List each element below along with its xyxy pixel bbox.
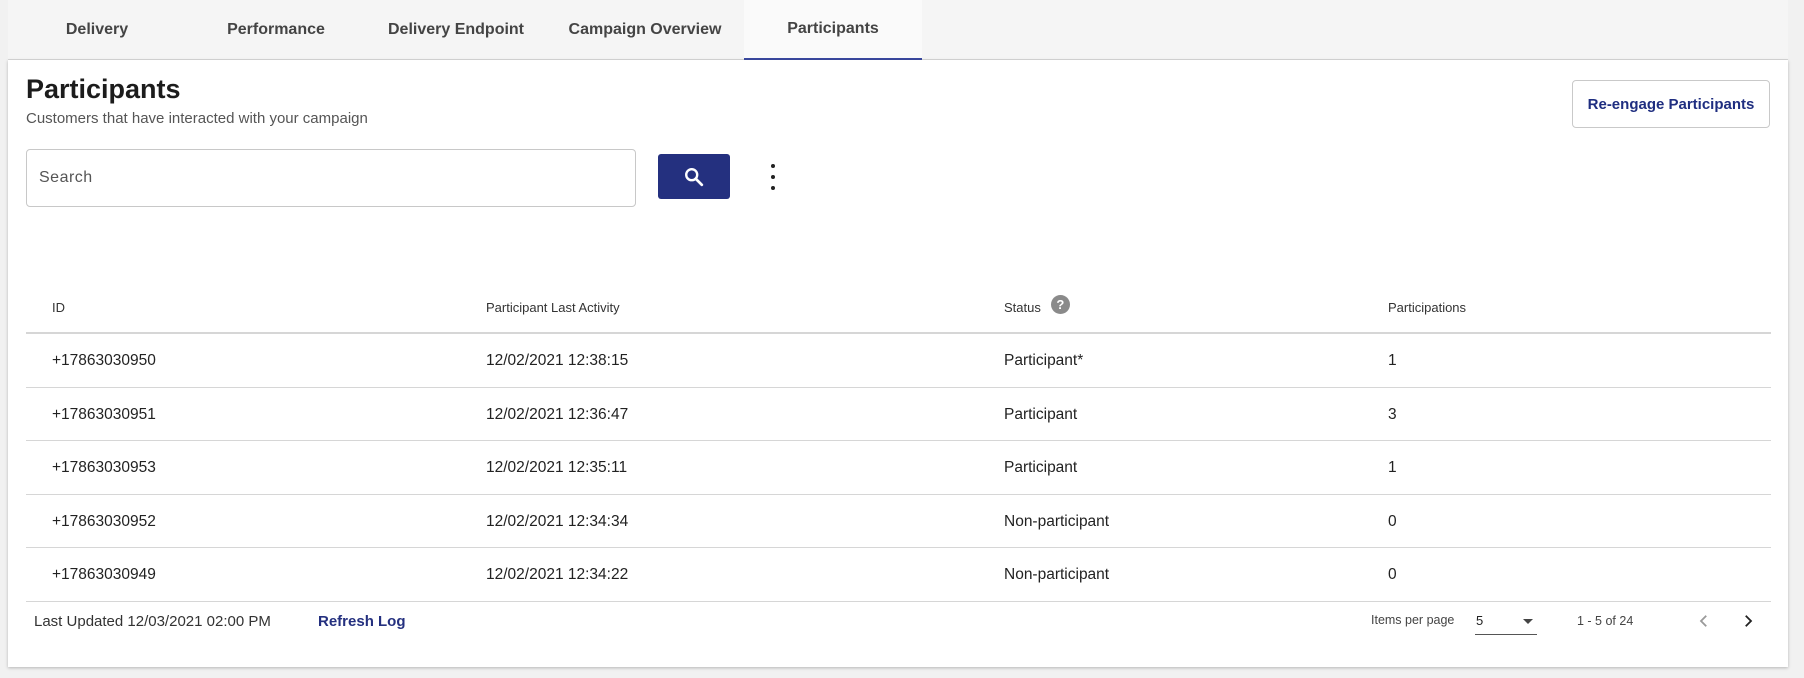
search-button[interactable] [658,154,730,199]
cell-last-activity: 12/02/2021 12:36:47 [486,405,629,423]
cell-id: +17863030951 [52,405,156,423]
participants-table: ID Participant Last Activity Status ? Pa… [26,282,1771,602]
reengage-participants-button[interactable]: Re-engage Participants [1572,80,1770,128]
column-header-status-label: Status [1004,300,1041,315]
refresh-log-link[interactable]: Refresh Log [318,613,406,630]
participants-card: Participants Customers that have interac… [8,60,1788,667]
tab-performance[interactable]: Performance [186,0,366,60]
search-icon [685,167,704,186]
cell-last-activity: 12/02/2021 12:34:22 [486,566,629,583]
cell-id: +17863030952 [52,512,156,530]
page-subtitle: Customers that have interacted with your… [26,110,368,127]
previous-page-button[interactable] [1688,605,1720,637]
tab-delivery-endpoint[interactable]: Delivery Endpoint [366,0,546,60]
cell-participations: 0 [1388,512,1397,530]
cell-status: Non-participant [1004,566,1110,583]
cell-id: +17863030953 [52,459,156,476]
next-page-button[interactable] [1732,605,1764,637]
caret-down-icon [1523,619,1533,624]
cell-participations: 1 [1388,352,1397,369]
search-input[interactable] [26,149,636,207]
cell-id: +17863030950 [52,352,156,369]
cell-id: +17863030949 [52,566,156,583]
items-per-page-select[interactable]: 5 [1475,609,1537,635]
cell-participations: 1 [1388,459,1397,476]
cell-status: Participant [1004,405,1078,423]
cell-status: Participant* [1004,352,1084,369]
table-row[interactable]: +17863030953 12/02/2021 12:35:11 Partici… [26,441,1771,495]
table-header: ID Participant Last Activity Status ? Pa… [26,282,1771,334]
table-row[interactable]: +17863030950 12/02/2021 12:38:15 Partici… [26,334,1771,388]
column-header-participations[interactable]: Participations [1388,300,1466,315]
more-vertical-icon-dot [771,175,775,179]
more-vertical-icon-dot [771,186,775,190]
items-per-page-label: Items per page [1371,613,1455,627]
table-row[interactable]: +17863030949 12/02/2021 12:34:22 Non-par… [26,548,1771,602]
tab-bar: Delivery Performance Delivery Endpoint C… [8,0,1788,60]
table-row[interactable]: +17863030952 12/02/2021 12:34:34 Non-par… [26,495,1771,548]
tab-participants[interactable]: Participants [744,0,922,60]
cell-last-activity: 12/02/2021 12:35:11 [486,459,628,476]
cell-last-activity: 12/02/2021 12:38:15 [486,352,629,369]
chevron-left-icon [1699,615,1707,627]
cell-status: Non-participant [1004,512,1110,530]
table-row[interactable]: +17863030951 12/02/2021 12:36:47 Partici… [26,388,1771,441]
pagination-range: 1 - 5 of 24 [1577,614,1634,628]
last-updated-text: Last Updated 12/03/2021 02:00 PM [34,613,271,630]
cell-participations: 0 [1388,566,1397,583]
cell-participations: 3 [1388,405,1397,423]
cell-last-activity: 12/02/2021 12:34:34 [486,512,629,530]
column-header-status[interactable]: Status ? [1004,295,1070,315]
tab-delivery[interactable]: Delivery [8,0,186,60]
cell-status: Participant [1004,459,1078,476]
more-vertical-icon-dot [771,164,775,168]
tab-campaign-overview[interactable]: Campaign Overview [546,0,744,60]
column-header-last-activity[interactable]: Participant Last Activity [486,300,620,315]
table-footer: Last Updated 12/03/2021 02:00 PM Refresh… [8,601,1788,641]
chevron-right-icon [1745,615,1753,627]
more-options-button[interactable] [763,164,783,190]
page-title: Participants [26,74,181,104]
column-header-id[interactable]: ID [52,300,65,315]
help-icon[interactable]: ? [1050,295,1070,314]
items-per-page-value: 5 [1476,613,1484,628]
